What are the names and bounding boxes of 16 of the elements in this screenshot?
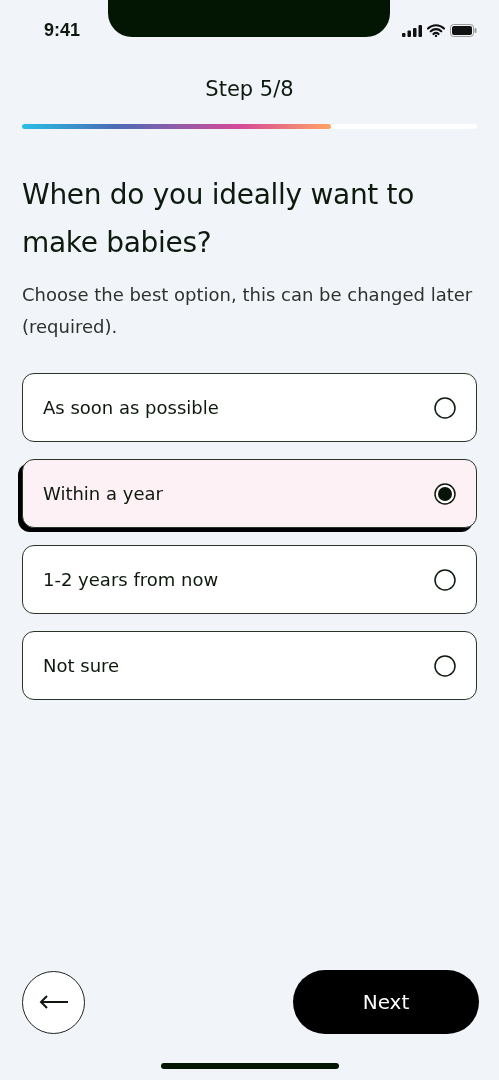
battery-icon (450, 24, 477, 37)
radio-selected-icon (434, 482, 456, 505)
option-card[interactable]: As soon as possible (22, 373, 477, 442)
option-card[interactable]: Not sure (22, 631, 477, 700)
radio-icon (434, 654, 456, 677)
next-button[interactable]: Next (293, 970, 479, 1034)
step-title: Step 5/8 (204, 77, 295, 101)
radio-icon (434, 568, 456, 591)
signal-icon (402, 24, 422, 37)
question-title: When do you ideally want to make babies? (22, 177, 416, 261)
left-arrow-icon (38, 995, 69, 1009)
radio-icon (434, 396, 456, 419)
wifi-icon (427, 24, 445, 37)
option-card[interactable]: 1-2 years from now (22, 545, 477, 614)
status-time: 9:41 (44, 20, 81, 41)
question-subtitle: Choose the best option, this can be changed later (required). (22, 283, 474, 339)
